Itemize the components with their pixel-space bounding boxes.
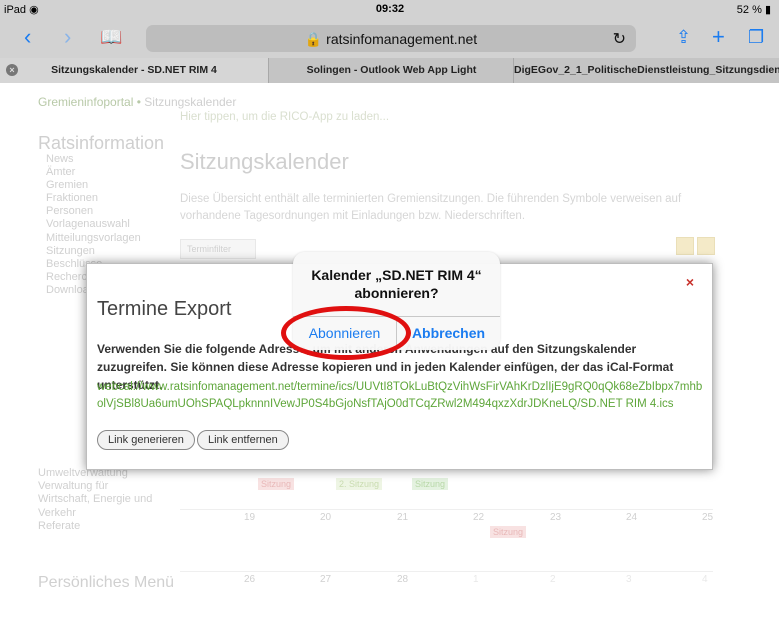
highlight-circle [281,306,411,360]
calendar-day: 28 [397,574,409,585]
calendar-day: 26 [244,574,256,585]
calendar-day: 4 [702,574,708,585]
battery-indicator: 52 % ▮ [736,4,771,16]
share-icon[interactable]: ⇪ [676,25,691,49]
page-description: Diese Übersicht enthält alle terminierte… [180,193,682,222]
calendar-day: 19 [244,512,256,523]
breadcrumb-link[interactable]: Gremieninfoportal [38,95,133,109]
tab-digegov[interactable]: DigEGov_2_1_PolitischeDienstleistung_Sit… [513,58,779,83]
url-text: 🔒 ratsinfomanagement.net [304,31,478,47]
tab-label: Solingen - Outlook Web App Light [306,64,477,76]
calendar-event[interactable]: Sitzung [412,478,449,490]
sidebar-item[interactable]: Vorlagenauswahl [46,218,141,231]
new-tab-icon[interactable]: + [712,25,725,49]
calendar-event[interactable]: Sitzung [258,478,295,490]
calendar-day: 20 [320,512,332,523]
calendar-day: 25 [702,512,714,523]
calendar-day: 22 [473,512,485,523]
calendar-day: 24 [626,512,638,523]
sidebar-subnav: Umweltverwaltung Verwaltung für Wirtscha… [38,467,178,533]
filter-button[interactable]: Terminfilter [180,239,256,259]
battery-icon: ▮ [764,4,771,16]
export-calendar-icon[interactable] [697,237,715,255]
sidebar-item[interactable]: Personen [46,205,141,218]
sidebar-item[interactable]: News [46,153,141,166]
breadcrumb: Gremieninfoportal • Sitzungskalender [38,95,236,109]
tab-label: DigEGov_2_1_PolitischeDienstleistung_Sit… [514,64,779,76]
remove-link-button[interactable]: Link entfernen [197,430,289,450]
breadcrumb-current: Sitzungskalender [144,95,237,109]
tab-sitzungskalender[interactable]: × Sitzungskalender - SD.NET RIM 4 [0,58,268,83]
status-bar: iPad ◉ 09:32 52 % ▮ [0,0,779,20]
calendar-day: 23 [550,512,562,523]
back-icon[interactable]: ‹ [24,25,31,49]
page-title: Sitzungskalender [180,149,349,174]
status-time: 09:32 [375,3,405,15]
personal-menu-heading: Persönliches Menü [38,574,175,591]
cancel-button[interactable]: Abbrechen [397,316,500,350]
alert-title-line: Kalender „SD.NET RIM 4“ [311,267,482,283]
dialog-title: Termine Export [97,298,232,320]
generate-link-button[interactable]: Link generieren [97,430,195,450]
close-icon[interactable]: × [686,274,694,290]
calendar-day: 2 [550,574,556,585]
browser-toolbar: ‹ › 📖 🔒 ratsinfomanagement.net ↻ ⇪ + ❐ [0,20,779,58]
sidebar-item[interactable]: Ämter [46,166,141,179]
calendar-event[interactable]: Sitzung [490,526,527,538]
calendar-week-row: 19 20 21 22 23 24 25 Sitzung [180,509,713,570]
reload-icon[interactable]: ↻ [613,29,626,49]
alert-title: Kalender „SD.NET RIM 4“ abonnieren? [293,266,500,302]
sidebar-item[interactable]: Sitzungen [46,245,141,258]
address-bar[interactable]: 🔒 ratsinfomanagement.net ↻ [146,25,636,52]
alert-title-line: abonnieren? [354,285,439,301]
sidebar-item[interactable]: Gremien [46,179,141,192]
calendar-event[interactable]: 2. Sitzung [336,478,383,490]
sidebar-item[interactable]: Referate [38,520,178,533]
sidebar-item[interactable]: Verwaltung für [38,480,178,493]
device-label: iPad ◉ [4,4,39,16]
bookmarks-icon[interactable]: 📖 [100,25,122,49]
sidebar-item[interactable]: Fraktionen [46,192,141,205]
calendar-week-row: 26 27 28 1 2 3 4 [180,571,713,632]
calendar-day: 27 [320,574,332,585]
app-hint-link[interactable]: Hier tippen, um die RICO-App zu laden... [180,111,389,123]
sidebar-item[interactable]: Verkehr [38,507,178,520]
tab-bar: × Sitzungskalender - SD.NET RIM 4 Soling… [0,58,779,83]
sidebar-title: Ratsinformation [38,133,165,153]
tab-outlook[interactable]: Solingen - Outlook Web App Light [268,58,514,83]
calendar-day: 21 [397,512,409,523]
forward-icon[interactable]: › [64,25,71,49]
tabs-overview-icon[interactable]: ❐ [748,25,764,49]
webcal-link[interactable]: webcal://www.ratsinfomanagement.net/term… [97,379,705,413]
close-tab-icon[interactable]: × [6,64,18,76]
sidebar-item[interactable]: Wirtschaft, Energie und [38,493,178,506]
sidebar-item[interactable]: Mitteilungsvorlagen [46,232,141,245]
calendar-icon[interactable] [676,237,694,255]
calendar-day: 1 [473,574,479,585]
tab-label: Sitzungskalender - SD.NET RIM 4 [51,64,217,76]
wifi-icon: ◉ [29,4,39,16]
calendar-day: 3 [626,574,632,585]
breadcrumb-separator: • [136,95,141,109]
